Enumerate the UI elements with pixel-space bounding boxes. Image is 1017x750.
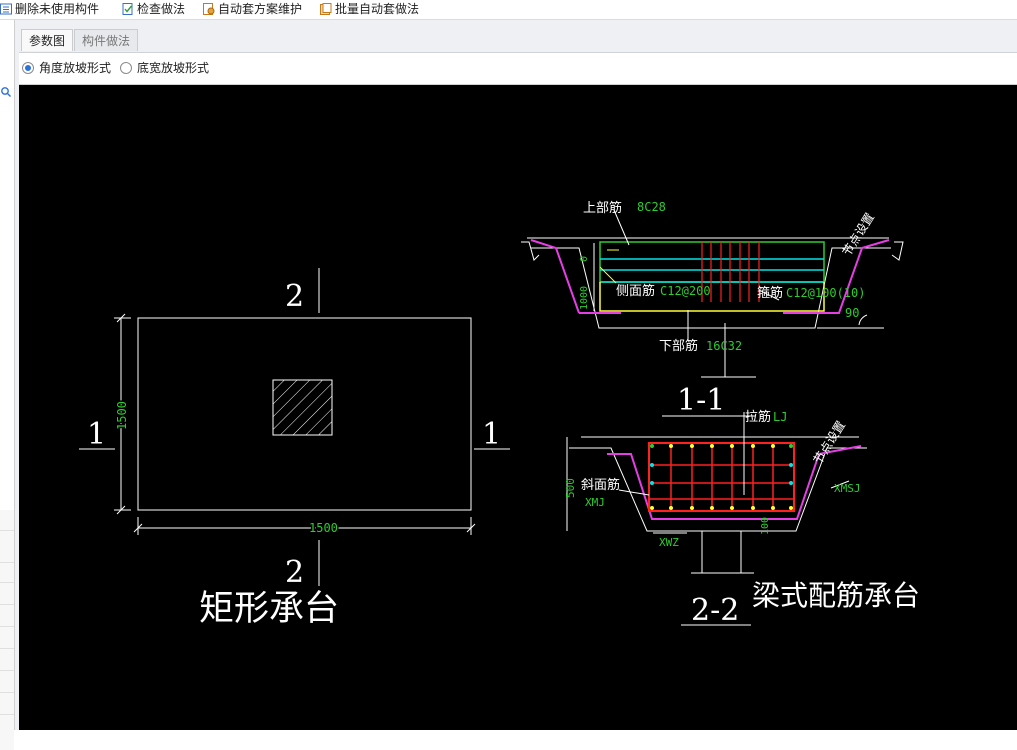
auto-scheme-button[interactable]: 自动套方案维护 xyxy=(203,0,302,17)
tie-label: 拉筋 xyxy=(745,409,771,425)
auto-scheme-label: 自动套方案维护 xyxy=(218,2,303,16)
side-bar-value: C12@200 xyxy=(660,284,711,298)
toolbar: 删除未使用构件 检查做法 自动套方案维护 批量自动套做法 xyxy=(0,0,1017,20)
slope-mode-bar: 角度放坡形式 底宽放坡形式 xyxy=(19,53,1017,85)
plan-height-dim: 1500 xyxy=(115,401,129,430)
left-panel-list xyxy=(0,510,14,750)
plan-mark-left: 1 xyxy=(87,417,106,452)
tie-value: LJ xyxy=(773,410,787,424)
dim-side-1: 1000 xyxy=(579,286,590,310)
check-method-label: 检查做法 xyxy=(137,2,186,16)
auto-scheme-icon xyxy=(203,2,215,15)
radio-bottom-width-slope-label: 底宽放坡形式 xyxy=(137,61,210,75)
top-bar-label: 上部筋 xyxy=(583,200,622,216)
plan-mark-bottom: 2 xyxy=(285,555,304,590)
radio-angle-slope[interactable]: 角度放坡形式 xyxy=(22,59,111,76)
bottom-bar-label: 下部筋 xyxy=(659,338,698,354)
delete-list-icon xyxy=(0,3,12,14)
search-icon[interactable] xyxy=(0,86,12,98)
node-setting-2[interactable]: 节点设置 xyxy=(811,418,848,466)
top-bar-value: 8C28 xyxy=(637,200,666,214)
column-section xyxy=(272,379,333,436)
plan-width-dim: 1500 xyxy=(309,521,338,535)
slope-bar-label: 斜面筋 xyxy=(581,477,620,493)
plan-view xyxy=(79,268,510,586)
cover-dim: 100 xyxy=(760,517,771,535)
dim-top-1: 0 xyxy=(579,256,590,262)
slope-bar-value: XMJ xyxy=(585,496,605,509)
radio-unchecked-icon[interactable] xyxy=(120,61,132,74)
xmsj-value: XMSJ xyxy=(834,482,861,495)
angle-value: 90 xyxy=(845,306,859,320)
section-2-2-label: 2-2 xyxy=(691,593,739,628)
left-panel-edge xyxy=(0,20,15,750)
check-method-button[interactable]: 检查做法 xyxy=(122,0,185,17)
depth-dim: 500 xyxy=(564,478,577,498)
tab-component-method[interactable]: 构件做法 xyxy=(74,29,139,51)
node-setting-1[interactable]: 节点设置 xyxy=(840,210,877,258)
delete-unused-button[interactable]: 删除未使用构件 xyxy=(0,0,99,17)
beam-title: 梁式配筋承台 xyxy=(752,579,920,612)
stirrup-value: C12@100(10) xyxy=(786,286,865,300)
cad-drawing: 1500 1500 2 2 1 1 矩形承台 上部筋 8C28 侧面筋 C12@… xyxy=(79,200,920,629)
plan-mark-top: 2 xyxy=(285,279,304,314)
section-1-1-label: 1-1 xyxy=(677,383,725,418)
bottom-bar-value: 16C32 xyxy=(706,339,742,353)
radio-bottom-width-slope[interactable]: 底宽放坡形式 xyxy=(120,59,209,76)
stirrup-label: 箍筋 xyxy=(757,285,783,301)
batch-apply-icon xyxy=(320,2,332,15)
batch-apply-label: 批量自动套做法 xyxy=(335,2,420,16)
check-document-icon xyxy=(122,2,133,15)
plan-title: 矩形承台 xyxy=(199,589,339,629)
radio-checked-icon[interactable] xyxy=(22,61,34,74)
side-bar-label: 侧面筋 xyxy=(616,283,655,299)
plan-mark-right: 1 xyxy=(482,417,501,452)
batch-apply-button[interactable]: 批量自动套做法 xyxy=(320,0,419,17)
tab-param-drawing[interactable]: 参数图 xyxy=(21,29,74,51)
xwz-value: XWZ xyxy=(659,536,679,549)
parameter-drawing-canvas: 1500 1500 2 2 1 1 矩形承台 上部筋 8C28 侧面筋 C12@… xyxy=(19,85,1017,730)
delete-unused-label: 删除未使用构件 xyxy=(15,2,100,16)
tab-bar: 参数图 构件做法 xyxy=(19,20,1017,53)
radio-angle-slope-label: 角度放坡形式 xyxy=(39,61,112,75)
